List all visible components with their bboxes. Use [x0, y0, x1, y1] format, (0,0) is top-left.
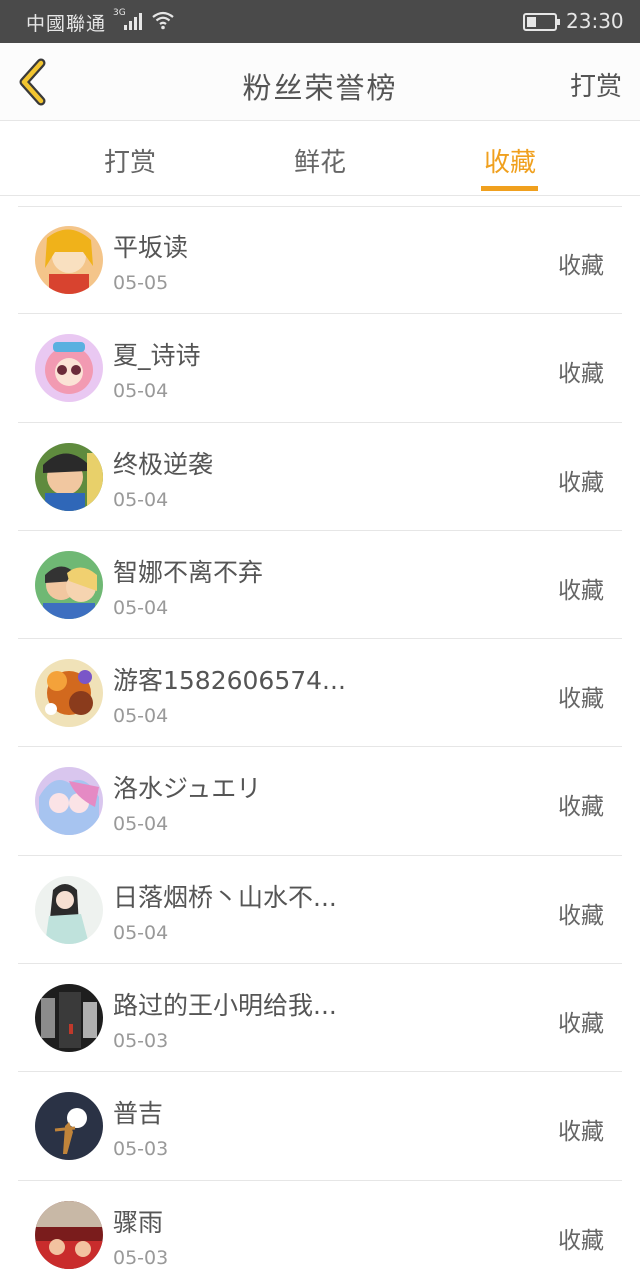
wifi-icon	[152, 11, 174, 30]
list-item[interactable]: 平坂读 05-05 收藏	[18, 206, 622, 315]
tip-button[interactable]: 打赏	[570, 66, 622, 103]
user-name: 终极逆袭	[113, 449, 214, 479]
action-label: 收藏	[558, 1119, 604, 1146]
avatar	[35, 1092, 103, 1161]
list-item[interactable]: 日落烟桥丶山水不... 05-04 收藏	[18, 856, 622, 965]
date-label: 05-04	[113, 596, 169, 619]
avatar	[35, 659, 103, 728]
action-label: 收藏	[558, 577, 604, 604]
tab-bar: 打赏 鲜花 收藏	[0, 122, 640, 196]
action-label: 收藏	[558, 1227, 604, 1254]
date-label: 05-04	[113, 813, 169, 836]
app-header: 粉丝荣誉榜 打赏	[0, 43, 640, 121]
signal-icon	[124, 13, 142, 30]
active-tab-indicator	[481, 186, 538, 191]
user-name: 骤雨	[113, 1207, 164, 1237]
list-item[interactable]: 骤雨 05-03 收藏	[18, 1181, 622, 1280]
action-label: 收藏	[558, 794, 604, 821]
tab-tip[interactable]: 打赏	[70, 142, 190, 179]
user-name: 夏_诗诗	[113, 341, 201, 371]
date-label: 05-04	[113, 488, 169, 511]
avatar	[35, 875, 103, 944]
avatar	[35, 442, 103, 511]
avatar	[35, 334, 103, 403]
battery-icon	[523, 13, 560, 31]
list-item[interactable]: 游客1582606574... 05-04 收藏	[18, 639, 622, 748]
clock-label: 23:30	[566, 9, 624, 33]
carrier-label: 中國聯通	[26, 13, 107, 35]
user-name: 普吉	[113, 1099, 164, 1129]
status-bar: 中國聯通 3G 23:30	[0, 0, 640, 43]
list-item[interactable]: 终极逆袭 05-04 收藏	[18, 423, 622, 531]
list-item[interactable]: 智娜不离不弃 05-04 收藏	[18, 531, 622, 640]
tab-favorites[interactable]: 收藏	[450, 142, 570, 179]
action-label: 收藏	[558, 686, 604, 713]
avatar	[35, 767, 103, 836]
user-name: 智娜不离不弃	[113, 557, 264, 587]
tab-flowers[interactable]: 鲜花	[260, 142, 380, 179]
user-name: 日落烟桥丶山水不...	[113, 882, 337, 912]
date-label: 05-05	[113, 272, 169, 294]
list-item[interactable]: 普吉 05-03 收藏	[18, 1072, 622, 1181]
date-label: 05-03	[113, 1138, 169, 1161]
list-item[interactable]: 洛水ジュエリ 05-04 收藏	[18, 747, 622, 856]
user-name: 洛水ジュエリ	[113, 774, 262, 804]
date-label: 05-04	[113, 705, 169, 728]
action-label: 收藏	[558, 1011, 604, 1038]
list-item[interactable]: 夏_诗诗 05-04 收藏	[18, 314, 622, 423]
date-label: 05-03	[113, 1246, 169, 1269]
avatar	[35, 984, 103, 1053]
page-title: 粉丝荣誉榜	[242, 71, 398, 105]
action-label: 收藏	[558, 361, 604, 388]
date-label: 05-04	[113, 921, 169, 944]
avatar	[35, 226, 103, 294]
avatar	[35, 550, 103, 619]
action-label: 收藏	[558, 253, 604, 279]
user-name: 路过的王小明给我...	[113, 991, 337, 1021]
user-name: 游客1582606574...	[113, 666, 346, 696]
avatar	[35, 1200, 103, 1269]
date-label: 05-03	[113, 1030, 169, 1053]
action-label: 收藏	[558, 902, 604, 929]
date-label: 05-04	[113, 380, 169, 403]
action-label: 收藏	[558, 469, 604, 496]
user-name: 平坂读	[113, 233, 189, 262]
fan-list: 平坂读 05-05 收藏 夏_诗诗 05-04 收藏 终极逆袭 05-04 收藏…	[18, 206, 622, 1280]
list-item[interactable]: 路过的王小明给我... 05-03 收藏	[18, 964, 622, 1073]
